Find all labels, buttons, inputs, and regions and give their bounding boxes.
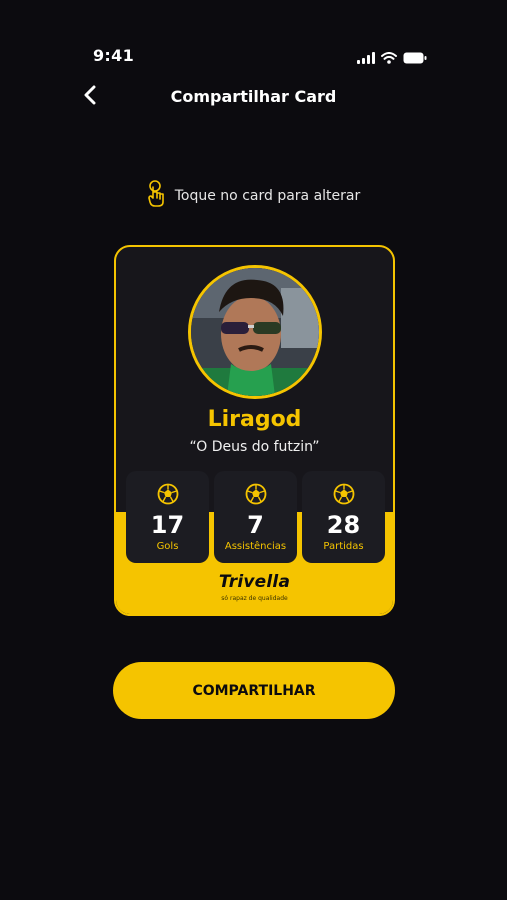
share-card-screen: 9:41 Compartilhar Card Toque no card par… xyxy=(0,0,507,900)
stat-value: 7 xyxy=(247,511,264,539)
stat-assists: 7 Assistências xyxy=(214,471,297,563)
brand-tagline: só rapaz de qualidade xyxy=(221,595,288,602)
stat-label: Gols xyxy=(156,541,179,552)
tap-icon xyxy=(147,180,169,212)
soccer-ball-icon xyxy=(333,483,355,509)
stat-goals: 17 Gols xyxy=(126,471,209,563)
brand-logo: Trivella xyxy=(218,572,291,592)
avatar-photo xyxy=(191,268,319,396)
hint-text: Toque no card para alterar xyxy=(174,188,361,204)
stats-row: 17 Gols 7 Assistências 28 Partidas xyxy=(126,471,385,563)
battery-icon xyxy=(403,49,427,68)
player-card[interactable]: Liragod “O Deus do futzin” 17 Gols 7 Ass… xyxy=(114,245,395,616)
stat-label: Partidas xyxy=(323,541,364,552)
stat-label: Assistências xyxy=(224,541,287,552)
share-button[interactable]: COMPARTILHAR xyxy=(113,662,395,719)
avatar xyxy=(188,265,322,399)
player-name: Liragod xyxy=(207,407,302,432)
page-title: Compartilhar Card xyxy=(170,87,337,106)
player-nickname: “O Deus do futzin” xyxy=(189,439,320,455)
soccer-ball-icon xyxy=(157,483,179,509)
stat-value: 17 xyxy=(150,511,185,539)
status-time: 9:41 xyxy=(93,46,134,65)
soccer-ball-icon xyxy=(245,483,267,509)
stat-value: 28 xyxy=(326,511,361,539)
wifi-icon xyxy=(381,49,397,68)
status-icons xyxy=(357,49,427,68)
tap-hint: Toque no card para alterar xyxy=(0,180,507,212)
signal-icon xyxy=(357,49,375,68)
stat-matches: 28 Partidas xyxy=(302,471,385,563)
